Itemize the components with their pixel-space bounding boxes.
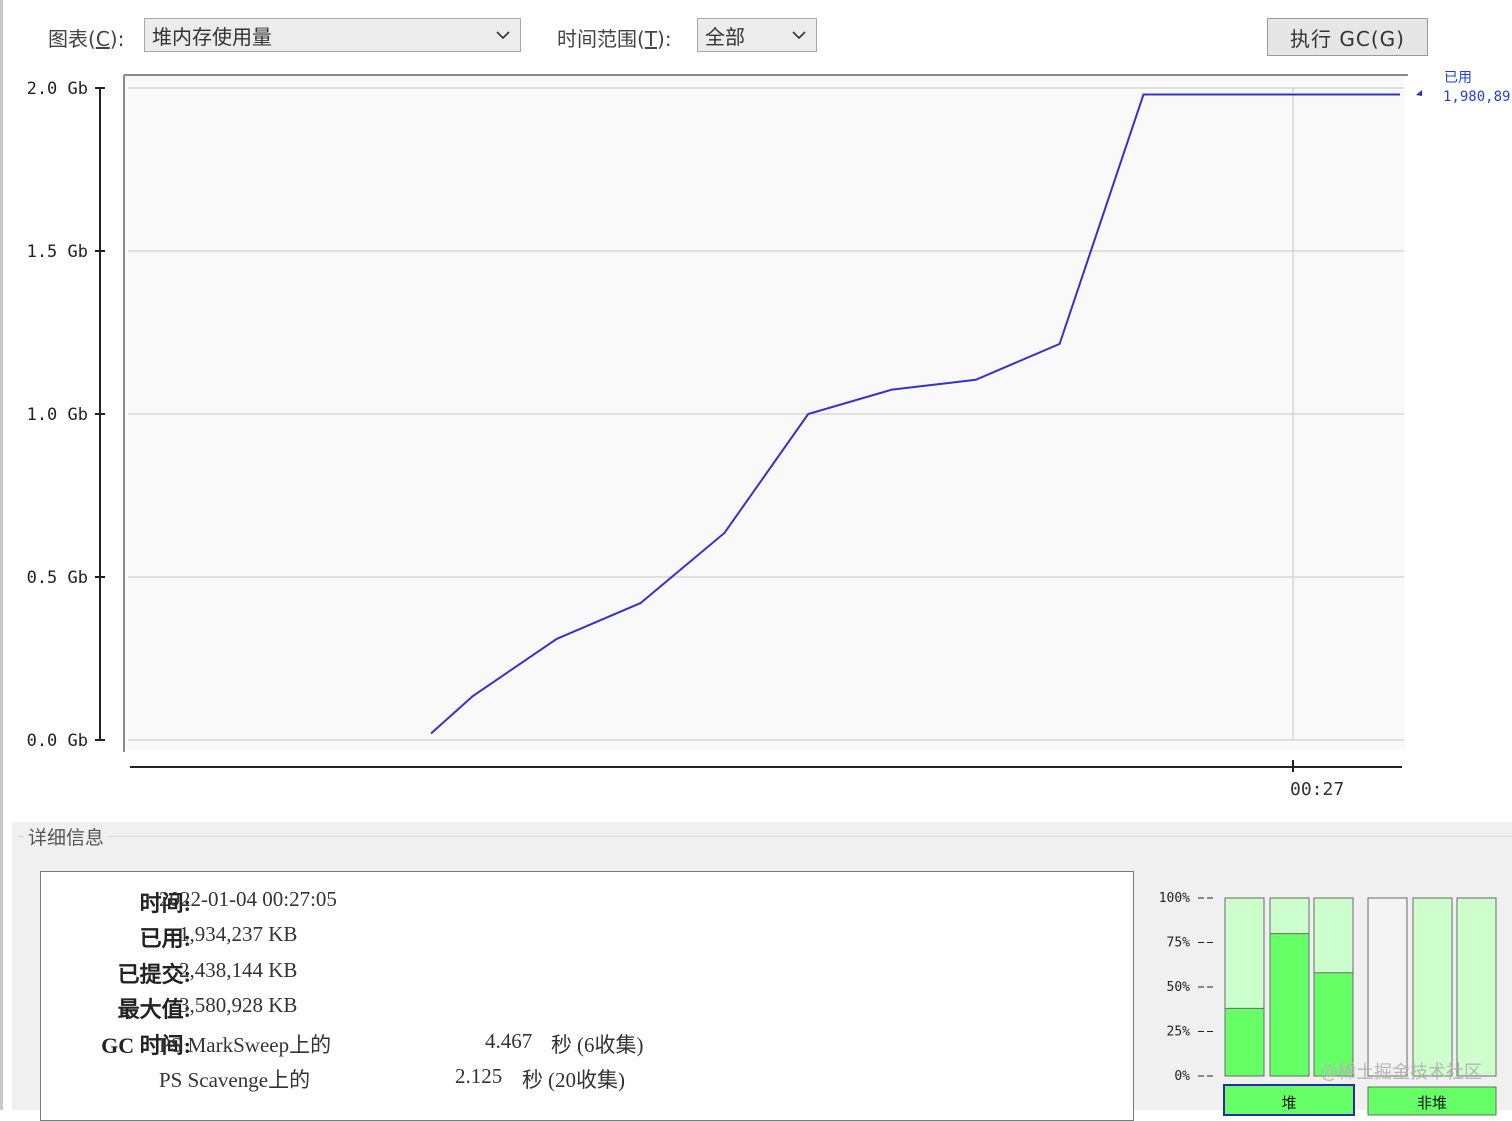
used-value: 1,934,237 KB (179, 922, 298, 946)
heap-pool-label: 堆 (1281, 1094, 1296, 1112)
y-tick-label: 0.5 Gb (27, 568, 88, 588)
time-range-label: 时间范围(T): (557, 27, 672, 51)
committed-value: 2,438,144 KB (179, 958, 298, 982)
time-range-select[interactable]: 全部 (697, 18, 817, 52)
percent-label: 25% (1167, 1025, 1191, 1040)
pool-bar-fill (1224, 1007, 1265, 1077)
used-label: 已用: (139, 926, 191, 951)
y-tick-label: 1.0 Gb (27, 405, 88, 425)
chevron-down-icon (496, 31, 510, 40)
pool-bar[interactable] (1367, 897, 1408, 1077)
chart-select-label: 图表(C): (48, 27, 125, 51)
nonheap-pool-button[interactable]: 非堆 (1367, 1086, 1497, 1116)
time-value: 2022-01-04 00:27:05 (159, 887, 337, 911)
gc-collector-name: PS Scavenge上的 (159, 1068, 311, 1092)
pool-bar-fill (1269, 933, 1310, 1077)
y-tick-label: 2.0 Gb (27, 79, 88, 99)
legend-series-value: 1,980,89 (1443, 89, 1510, 105)
heap-usage-chart: 2.0 Gb1.5 Gb1.0 Gb0.5 Gb0.0 Gb 00:27 已用 … (27, 70, 1511, 800)
legend-series-name: 已用 (1444, 70, 1472, 86)
details-group-border (18, 836, 1512, 837)
chart-select-value: 堆内存使用量 (152, 24, 272, 49)
gc-collector-time: 4.467 (485, 1029, 533, 1053)
percent-label: 75% (1167, 936, 1191, 951)
gc-collector-time: 2.125 (455, 1064, 503, 1088)
chart-select[interactable]: 堆内存使用量 (144, 18, 521, 52)
details-info-box: 时间: 2022-01-04 00:27:05 已用: 1,934,237 KB… (40, 871, 1134, 1121)
legend-marker-icon (1416, 90, 1422, 96)
details-title: 详细信息 (24, 823, 109, 850)
time-range-value: 全部 (705, 24, 745, 49)
percent-label: 0% (1174, 1069, 1190, 1084)
percent-scale: 100% 75% 50% 25% 0% (1159, 891, 1214, 1084)
chevron-down-icon (792, 31, 806, 40)
pool-bar[interactable] (1456, 897, 1497, 1077)
gc-collector-name: PS MarkSweep上的 (159, 1033, 332, 1057)
pool-bars (1224, 897, 1497, 1077)
gc-collector-unit: 秒 (522, 1068, 543, 1092)
percent-label: 100% (1159, 891, 1190, 906)
heap-pool-button[interactable]: 堆 (1223, 1084, 1355, 1116)
gc-collector-count: (20收集) (548, 1068, 625, 1092)
max-value: 3,580,928 KB (179, 993, 298, 1017)
nonheap-pool-label: 非堆 (1417, 1094, 1447, 1112)
perform-gc-button[interactable]: 执行 GC(G) (1267, 18, 1428, 56)
max-label: 最大值: (117, 997, 191, 1022)
watermark: @稀土掘金技术社区 (1320, 1062, 1482, 1083)
x-axis-tick-label: 00:27 (1290, 779, 1344, 800)
plot-area (124, 75, 1405, 750)
y-axis-ticks: 2.0 Gb 1.5 Gb 1.0 Gb 0.5 Gb 0.0 Gb (27, 79, 105, 751)
gc-collector-unit: 秒 (551, 1033, 572, 1057)
y-tick-label: 0.0 Gb (27, 731, 88, 751)
percent-label: 50% (1167, 980, 1191, 995)
y-tick-label: 1.5 Gb (27, 242, 88, 262)
pool-bar[interactable] (1412, 897, 1453, 1077)
committed-label: 已提交: (117, 962, 191, 987)
gc-collector-count: (6收集) (577, 1033, 644, 1057)
